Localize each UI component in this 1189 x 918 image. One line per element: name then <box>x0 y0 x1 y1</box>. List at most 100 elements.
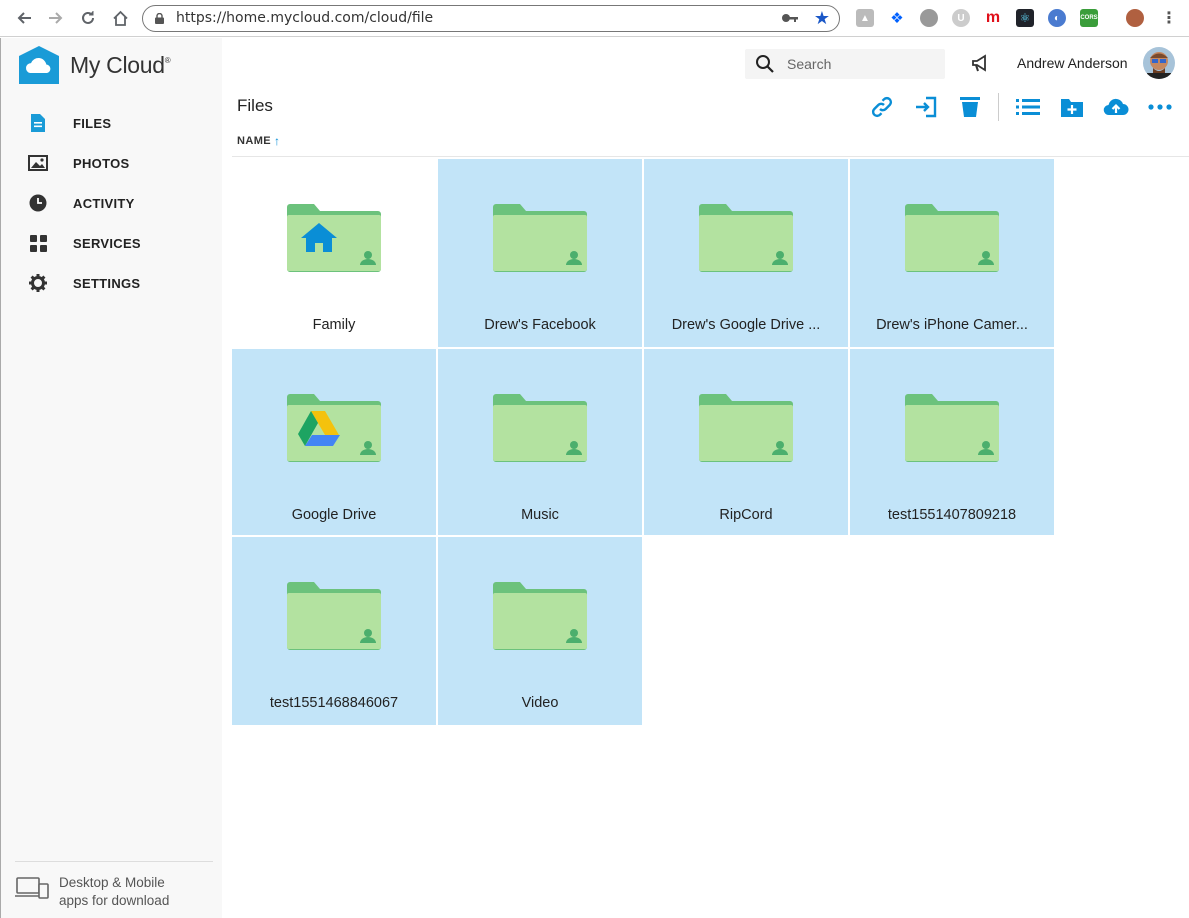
url-text: https://home.mycloud.com/cloud/file <box>176 10 434 26</box>
circle-extension-icon[interactable] <box>920 9 938 27</box>
photo-icon <box>27 152 49 174</box>
folder-name: Drew's iPhone Camer... <box>876 317 1028 333</box>
add-folder-icon <box>1061 99 1083 117</box>
move-in-icon <box>916 96 937 118</box>
delete-button[interactable] <box>956 93 984 121</box>
sort-ascending-icon: ↑ <box>274 134 281 148</box>
google-drive-folder-icon <box>287 394 381 462</box>
folder-tile[interactable]: RipCord <box>644 349 848 535</box>
trash-icon <box>960 97 980 117</box>
shared-folder-icon <box>699 204 793 272</box>
shared-folder-icon <box>287 582 381 650</box>
devices-icon <box>15 877 49 899</box>
more-icon <box>1148 104 1172 110</box>
clock-icon <box>27 192 49 214</box>
folder-tile[interactable]: test1551407809218 <box>850 349 1054 535</box>
shared-folder-icon <box>905 394 999 462</box>
apps-text: Desktop & Mobile apps for download <box>59 875 170 908</box>
gear-icon <box>27 272 49 294</box>
folder-name: Drew's Facebook <box>484 317 596 333</box>
u-extension-icon[interactable]: U <box>952 9 970 27</box>
sidebar: My Cloud® FILES PHOTOS ACTIVITY SERVICES <box>0 38 222 918</box>
search-box <box>745 49 945 79</box>
folder-name: Google Drive <box>291 507 377 523</box>
folder-tile[interactable]: Drew's iPhone Camer... <box>850 159 1054 347</box>
folder-tile[interactable]: Drew's Google Drive ... <box>644 159 848 347</box>
folder-tile[interactable]: test1551468846067 <box>232 537 436 725</box>
folder-tile[interactable]: Family <box>232 159 436 347</box>
sort-label: NAME <box>237 135 271 147</box>
folder-name: Music <box>521 507 559 523</box>
shared-folder-icon <box>493 204 587 272</box>
shared-folder-icon <box>287 204 381 272</box>
profile-avatar-icon[interactable] <box>1126 9 1144 27</box>
react-extension-icon[interactable]: ⚛ <box>1016 9 1034 27</box>
bookmark-star-icon[interactable]: ★ <box>814 8 830 29</box>
m-extension-icon[interactable]: m <box>984 9 1002 27</box>
shared-folder-icon <box>493 582 587 650</box>
address-bar[interactable]: https://home.mycloud.com/cloud/file ★ <box>142 5 840 32</box>
link-icon <box>871 96 893 118</box>
sidebar-item-settings[interactable]: SETTINGS <box>1 263 223 303</box>
folder-name: RipCord <box>719 507 773 523</box>
sidebar-item-label: SETTINGS <box>73 275 141 291</box>
folder-name: Video <box>521 695 559 711</box>
toolbar-divider <box>998 93 999 121</box>
lock-icon <box>155 13 164 24</box>
folder-tile[interactable]: Music <box>438 349 642 535</box>
page-title: Files <box>237 96 273 115</box>
sidebar-item-services[interactable]: SERVICES <box>1 223 223 263</box>
shared-folder-icon <box>699 394 793 462</box>
forward-icon[interactable] <box>45 7 67 29</box>
new-folder-button[interactable] <box>1058 93 1086 121</box>
sort-by-name[interactable]: NAME ↑ <box>237 134 280 148</box>
folder-grid: Family Drew's Facebook Drew's Google Dri… <box>232 159 1058 725</box>
folder-name: test1551407809218 <box>887 507 1017 523</box>
folder-name: test1551468846067 <box>269 695 399 711</box>
key-icon[interactable] <box>781 10 799 26</box>
drive-extension-icon[interactable]: ▲ <box>856 9 874 27</box>
sidebar-item-photos[interactable]: PHOTOS <box>1 143 223 183</box>
sidebar-item-label: FILES <box>73 115 112 131</box>
folder-name: Family <box>312 317 356 333</box>
back-icon[interactable] <box>13 7 35 29</box>
user-name[interactable]: Andrew Anderson <box>1017 55 1128 71</box>
folder-name: Drew's Google Drive ... <box>671 317 821 333</box>
cloud-upload-icon <box>1103 98 1129 116</box>
search-icon[interactable] <box>755 54 775 74</box>
sidebar-item-activity[interactable]: ACTIVITY <box>1 183 223 223</box>
reload-icon[interactable] <box>77 7 99 29</box>
more-options-button[interactable] <box>1146 93 1174 121</box>
sidebar-item-label: SERVICES <box>73 235 141 251</box>
upload-button[interactable] <box>1102 93 1130 121</box>
app-logo[interactable]: My Cloud® <box>18 45 171 85</box>
avatar[interactable] <box>1143 47 1175 79</box>
move-button[interactable] <box>912 93 940 121</box>
shared-folder-icon <box>493 394 587 462</box>
desktop-mobile-apps-link[interactable]: Desktop & Mobile apps for download <box>15 861 213 910</box>
grid-icon <box>27 232 49 254</box>
file-icon <box>27 112 49 134</box>
folder-tile[interactable]: Google Drive <box>232 349 436 535</box>
search-input[interactable] <box>787 56 937 72</box>
browser-toolbar: https://home.mycloud.com/cloud/file ★ ▲ … <box>0 0 1189 37</box>
list-icon <box>1016 99 1040 115</box>
mycloud-logo-icon <box>19 46 59 84</box>
announcement-icon[interactable] <box>971 54 991 77</box>
divider <box>232 156 1189 157</box>
dropbox-extension-icon[interactable]: ❖ <box>888 9 906 27</box>
home-icon[interactable] <box>109 7 131 29</box>
sidebar-item-label: PHOTOS <box>73 155 130 171</box>
folder-tile[interactable]: Video <box>438 537 642 725</box>
sidebar-nav: FILES PHOTOS ACTIVITY SERVICES SETTINGS <box>1 103 223 303</box>
browser-menu-icon[interactable]: ⋮ <box>1160 9 1178 27</box>
list-view-button[interactable] <box>1014 93 1042 121</box>
blue-extension-icon[interactable]: ◐ <box>1048 9 1066 27</box>
sidebar-item-files[interactable]: FILES <box>1 103 223 143</box>
cors-extension-icon[interactable]: CORS <box>1080 9 1098 27</box>
shared-folder-icon <box>905 204 999 272</box>
share-link-button[interactable] <box>868 93 896 121</box>
app-name: My Cloud® <box>70 51 171 78</box>
folder-tile[interactable]: Drew's Facebook <box>438 159 642 347</box>
sidebar-item-label: ACTIVITY <box>73 195 135 211</box>
